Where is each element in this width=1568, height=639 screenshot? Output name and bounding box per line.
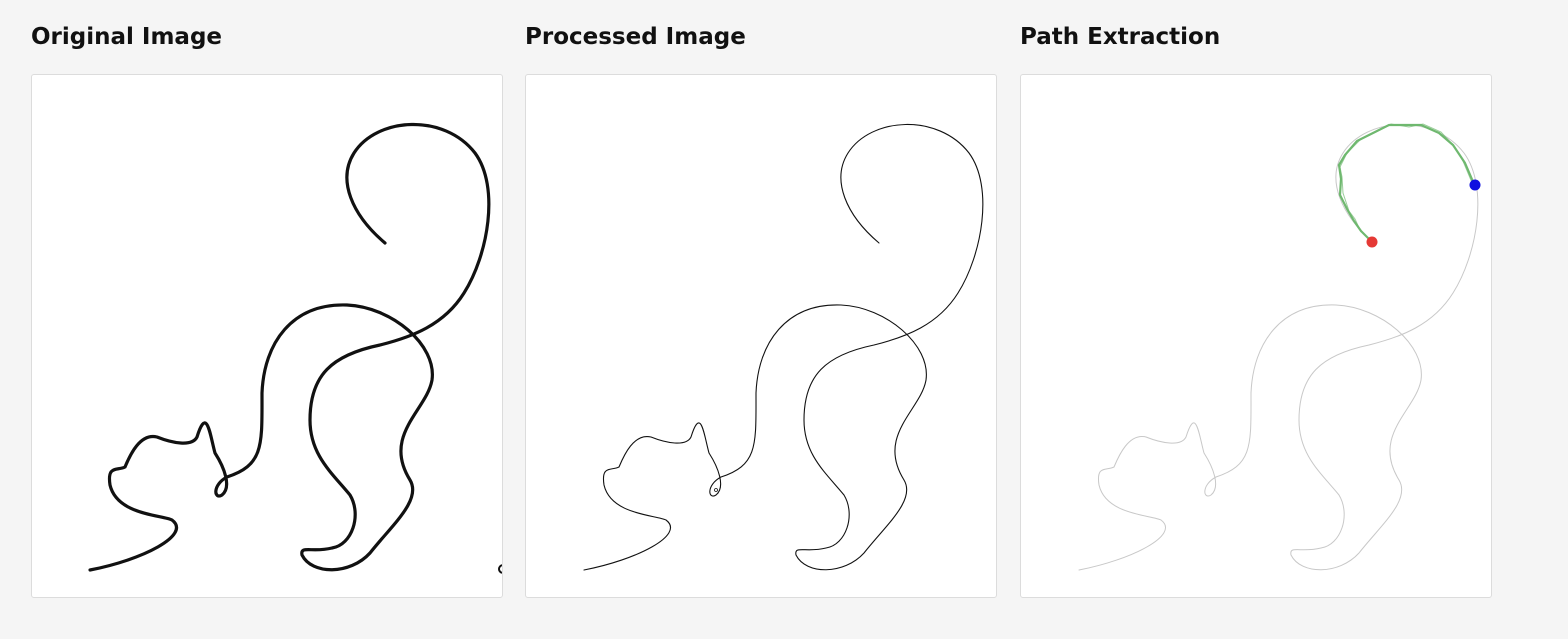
end-point-marker [1469, 179, 1481, 191]
path-extraction-canvas [1020, 74, 1492, 598]
original-cat-line [88, 122, 491, 572]
original-image-title: Original Image [31, 24, 223, 50]
original-cat-drawing [88, 122, 502, 574]
path-extraction-title: Path Extraction [1020, 24, 1221, 50]
start-point-marker [1366, 236, 1378, 248]
processed-cat-drawing [583, 124, 984, 571]
faint-cat-line [1078, 124, 1479, 571]
extracted-path-jitter [1339, 123, 1474, 233]
processed-image-canvas [525, 74, 997, 598]
original-edge-mark [498, 564, 502, 574]
path-extraction-drawing [1078, 123, 1481, 571]
processed-image-title: Processed Image [525, 24, 746, 50]
original-image-canvas [31, 74, 503, 598]
processed-artifact-dot [714, 488, 718, 492]
processed-cat-line [583, 124, 984, 571]
